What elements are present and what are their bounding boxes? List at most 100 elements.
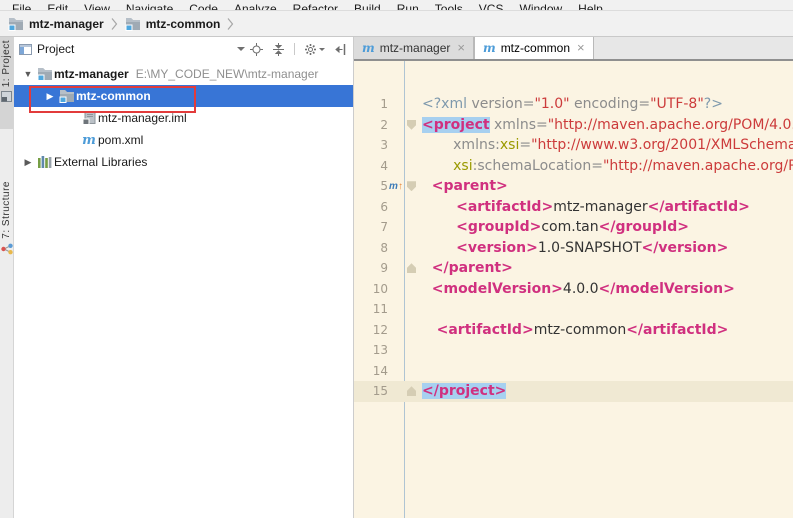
fold-marker[interactable] bbox=[404, 386, 419, 396]
menu-item-refactor[interactable]: Refactor bbox=[285, 2, 346, 11]
tree-item-label: mtz-manager bbox=[54, 67, 129, 81]
code-segment: </project> bbox=[422, 383, 506, 399]
tree-item-external-libraries[interactable]: ▶External Libraries bbox=[14, 151, 353, 173]
ide-window: FileEditViewNavigateCodeAnalyzeRefactorB… bbox=[0, 0, 793, 519]
menu-item-run[interactable]: Run bbox=[389, 2, 427, 11]
menu-item-navigate[interactable]: Navigate bbox=[118, 2, 181, 11]
code-line-2[interactable]: 2<project xmlns="http://maven.apache.org… bbox=[354, 115, 793, 136]
code-line-9[interactable]: 9 </parent> bbox=[354, 258, 793, 279]
code-segment: encoding= bbox=[570, 96, 650, 112]
fold-marker[interactable] bbox=[404, 263, 419, 273]
menu-item-analyze[interactable]: Analyze bbox=[226, 2, 285, 11]
chevron-collapsed-icon[interactable]: ▶ bbox=[42, 91, 58, 102]
close-tab-icon[interactable]: × bbox=[457, 43, 465, 53]
code-line-14[interactable]: 14 bbox=[354, 361, 793, 382]
module-folder-icon bbox=[58, 89, 76, 103]
menu-item-vcs[interactable]: VCS bbox=[471, 2, 512, 11]
menu-item-help[interactable]: Help bbox=[570, 2, 611, 11]
chevron-expanded-icon[interactable]: ▼ bbox=[20, 69, 36, 79]
code-line-5[interactable]: 5m↑ <parent> bbox=[354, 176, 793, 197]
code-line-4[interactable]: 4 xsi:schemaLocation="http://maven.apach… bbox=[354, 156, 793, 177]
code-segment: <artifactId> bbox=[422, 322, 534, 338]
code-line-13[interactable]: 13 bbox=[354, 340, 793, 361]
breadcrumb-item[interactable]: mtz-common bbox=[125, 17, 221, 31]
breadcrumb-item[interactable]: mtz-manager bbox=[8, 17, 104, 31]
line-number: 14 bbox=[354, 361, 388, 382]
menu-item-file[interactable]: File bbox=[4, 2, 39, 11]
tool-window-button-project[interactable]: 1: Project bbox=[0, 37, 13, 129]
code-segment: "http://maven.apache.org/POM/4.0.0 http:… bbox=[603, 158, 793, 174]
tree-item-path: E:\MY_CODE_NEW\mtz-manager bbox=[136, 67, 319, 81]
code-segment: <project bbox=[422, 117, 490, 133]
fold-start-icon[interactable] bbox=[407, 181, 416, 191]
line-number: 6 bbox=[354, 197, 388, 218]
line-number: 12 bbox=[354, 320, 388, 341]
fold-marker[interactable] bbox=[404, 120, 419, 130]
close-tab-icon[interactable]: × bbox=[577, 43, 585, 53]
fold-start-icon[interactable] bbox=[407, 120, 416, 130]
line-number: 1 bbox=[354, 94, 388, 115]
line-number: 9 bbox=[354, 258, 388, 279]
panel-title[interactable]: Project bbox=[37, 42, 74, 56]
line-number: 13 bbox=[354, 340, 388, 361]
tree-item-mtz-manager-iml[interactable]: mtz-manager.iml bbox=[14, 107, 353, 129]
locate-icon[interactable] bbox=[250, 43, 263, 56]
menu-item-build[interactable]: Build bbox=[346, 2, 389, 11]
code-segment: <parent> bbox=[422, 178, 508, 194]
code-text: </parent> bbox=[419, 258, 513, 279]
menu-item-view[interactable]: View bbox=[76, 2, 118, 11]
menu-item-code[interactable]: Code bbox=[181, 2, 226, 11]
code-line-12[interactable]: 12 <artifactId>mtz-common</artifactId> bbox=[354, 320, 793, 341]
code-segment: xmlns: bbox=[422, 137, 500, 153]
code-line-1[interactable]: 1<?xml version="1.0" encoding="UTF-8"?> bbox=[354, 94, 793, 115]
code-line-8[interactable]: 8 <version>1.0-SNAPSHOT</version> bbox=[354, 238, 793, 259]
tree-item-label: pom.xml bbox=[98, 133, 143, 147]
code-line-3[interactable]: 3 xmlns:xsi="http://www.w3.org/2001/XMLS… bbox=[354, 135, 793, 156]
collapse-all-icon[interactable] bbox=[272, 43, 285, 56]
tree-item-label: mtz-manager.iml bbox=[98, 111, 187, 125]
editor-text-area[interactable]: 1<?xml version="1.0" encoding="UTF-8"?>2… bbox=[354, 61, 793, 518]
code-line-7[interactable]: 7 <groupId>com.tan</groupId> bbox=[354, 217, 793, 238]
editor-tab-bar: mmtz-manager×mmtz-common× bbox=[354, 37, 793, 61]
code-line-15[interactable]: 15</project> bbox=[354, 381, 793, 402]
maven-file-icon: m bbox=[483, 41, 496, 55]
code-segment: <modelVersion> bbox=[422, 281, 563, 297]
code-line-11[interactable]: 11 bbox=[354, 299, 793, 320]
line-number: 10 bbox=[354, 279, 388, 300]
fold-end-icon[interactable] bbox=[407, 386, 416, 396]
fold-end-icon[interactable] bbox=[407, 263, 416, 273]
chevron-right-icon bbox=[227, 17, 234, 31]
menu-item-edit[interactable]: Edit bbox=[39, 2, 76, 11]
editor-tab-label: mtz-manager bbox=[380, 41, 451, 55]
menu-item-window[interactable]: Window bbox=[511, 2, 570, 11]
code-segment: mtz-manager bbox=[553, 199, 647, 215]
line-number: 11 bbox=[354, 299, 388, 320]
fold-marker[interactable] bbox=[404, 181, 419, 191]
line-number: 5 bbox=[354, 176, 388, 197]
tree-item-pom-xml[interactable]: mpom.xml bbox=[14, 129, 353, 151]
chevron-collapsed-icon[interactable]: ▶ bbox=[20, 157, 36, 168]
tree-item-label: mtz-common bbox=[76, 89, 151, 103]
panel-toolbar bbox=[250, 43, 347, 56]
tool-window-button-structure[interactable]: 7: Structure bbox=[0, 178, 13, 276]
menu-item-tools[interactable]: Tools bbox=[427, 2, 471, 11]
module-folder-icon bbox=[8, 17, 24, 31]
code-segment: xsi bbox=[500, 137, 519, 153]
tool-window-button-label: 7: Structure bbox=[1, 181, 12, 239]
tree-item-mtz-common[interactable]: ▶ mtz-common bbox=[14, 85, 353, 107]
code-segment: :schemaLocation= bbox=[473, 158, 603, 174]
views-dropdown-icon[interactable] bbox=[237, 47, 245, 51]
maven-gutter-glyph: m↑ bbox=[389, 181, 403, 192]
maven-module-gutter-icon[interactable]: m↑ bbox=[388, 181, 404, 192]
tree-item-mtz-manager[interactable]: ▼ mtz-manager E:\MY_CODE_NEW\mtz-manager bbox=[14, 63, 353, 85]
editor-tab-mtz-common[interactable]: mmtz-common× bbox=[474, 37, 594, 59]
project-panel-header: Project bbox=[14, 37, 353, 61]
editor-tab-mtz-manager[interactable]: mmtz-manager× bbox=[354, 37, 474, 59]
hide-panel-icon[interactable] bbox=[334, 43, 347, 56]
breadcrumb: mtz-manager mtz-common bbox=[0, 11, 793, 37]
code-segment: <groupId> bbox=[422, 219, 541, 235]
settings-gear-icon[interactable] bbox=[304, 43, 325, 56]
code-line-10[interactable]: 10 <modelVersion>4.0.0</modelVersion> bbox=[354, 279, 793, 300]
code-line-6[interactable]: 6 <artifactId>mtz-manager</artifactId> bbox=[354, 197, 793, 218]
project-panel: Project bbox=[14, 37, 353, 518]
